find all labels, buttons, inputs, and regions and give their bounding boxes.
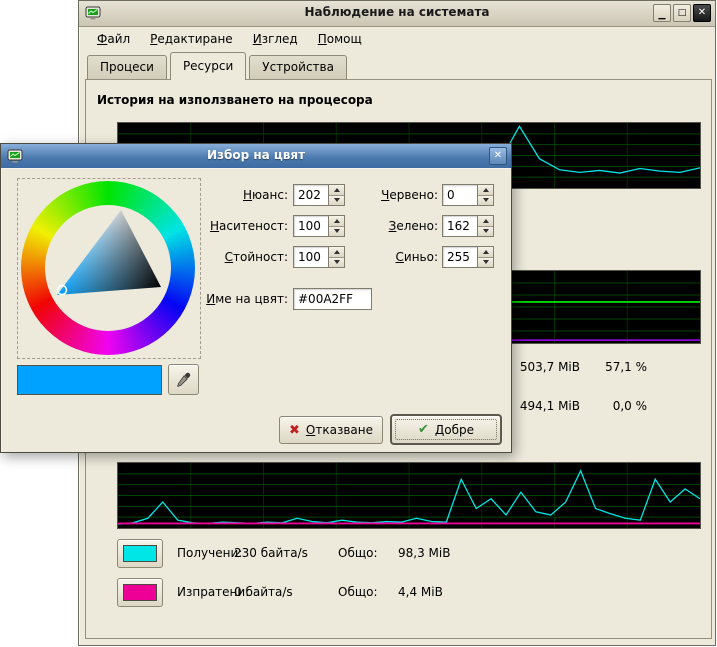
swap-used-value: 494,1 MiB [500, 399, 580, 413]
memory-used-value: 503,7 MiB [500, 360, 580, 374]
dialog-close-icon: ✕ [494, 151, 502, 161]
tab-resources[interactable]: Ресурси [170, 52, 246, 80]
network-history-chart [117, 462, 701, 529]
received-legend-row: Получени: 230 байта/s Общо: 98,3 MiB [86, 539, 711, 569]
window-controls: ▁ □ ✕ [653, 4, 711, 22]
green-spin-down-button[interactable] [478, 227, 493, 237]
arrow-down-icon [483, 198, 489, 202]
green-label: Зелено: [327, 215, 438, 238]
memory-used-percent: 57,1 % [575, 360, 647, 374]
ok-icon: ✔ [418, 422, 429, 437]
color-picker-dialog: Избор на цвят ✕ [0, 143, 512, 453]
close-icon: ✕ [698, 8, 706, 18]
hue-red-row: Нюанс: 202 Червено: 0 [1, 184, 511, 207]
menu-help[interactable]: Помощ [308, 29, 372, 49]
red-label: Червено: [327, 184, 438, 207]
red-spin-up-button[interactable] [478, 185, 493, 196]
color-preview [17, 365, 162, 395]
dialog-close-button[interactable]: ✕ [489, 147, 507, 165]
sent-total: 4,4 MiB [398, 585, 443, 599]
sent-rate: 0 байта/s [234, 585, 293, 599]
blue-spin-down-button[interactable] [478, 258, 493, 268]
sent-color-button[interactable] [117, 578, 163, 607]
menu-edit[interactable]: Редактиране [140, 29, 243, 49]
cancel-label: Отказване [306, 423, 373, 437]
blue-spin-up-button[interactable] [478, 247, 493, 258]
swap-used-percent: 0,0 % [575, 399, 647, 413]
menubar: Файл Редактиране Изглед Помощ [79, 27, 715, 50]
arrow-down-icon [483, 260, 489, 264]
green-spin-up-button[interactable] [478, 216, 493, 227]
dialog-title: Избор на цвят [1, 148, 511, 162]
blue-spinner[interactable]: 255 [442, 246, 494, 268]
green-spinner[interactable]: 162 [442, 215, 494, 237]
main-titlebar[interactable]: Наблюдение на системата ▁ □ ✕ [79, 1, 715, 27]
red-spinner[interactable]: 0 [442, 184, 494, 206]
hue-label: Нюанс: [171, 184, 288, 207]
red-spin-down-button[interactable] [478, 196, 493, 206]
hue-value: 202 [294, 185, 328, 205]
value-blue-row: Стойност: 100 Синьо: 255 [1, 246, 511, 269]
color-name-label: Име на цвят: [171, 288, 288, 311]
blue-value: 255 [443, 247, 477, 267]
ok-button[interactable]: ✔ Добре [390, 414, 502, 445]
arrow-down-icon [483, 229, 489, 233]
received-label: Получени: [177, 546, 242, 560]
green-value: 162 [443, 216, 477, 236]
received-total-label: Общо: [338, 546, 378, 560]
maximize-icon: □ [678, 9, 687, 18]
arrow-up-icon [483, 188, 489, 192]
menu-view[interactable]: Изглед [243, 29, 308, 49]
tab-strip: Процеси Ресурси Устройства [87, 51, 707, 79]
cancel-button[interactable]: ✖ Отказване [279, 416, 383, 444]
close-button[interactable]: ✕ [693, 4, 711, 22]
cpu-history-heading: История на използването на процесора [97, 93, 373, 107]
received-color-swatch [123, 545, 157, 562]
tab-devices[interactable]: Устройства [249, 55, 347, 79]
red-value: 0 [443, 185, 477, 205]
saturation-green-row: Наситеност: 100 Зелено: 162 [1, 215, 511, 238]
value-value: 100 [294, 247, 328, 267]
saturation-label: Наситеност: [171, 215, 288, 238]
dialog-body: Нюанс: 202 Червено: 0 Наситеност: 100 Зе… [1, 168, 511, 452]
received-rate: 230 байта/s [234, 546, 308, 560]
arrow-up-icon [483, 250, 489, 254]
dialog-titlebar[interactable]: Избор на цвят ✕ [1, 144, 511, 169]
minimize-button[interactable]: ▁ [653, 4, 671, 22]
maximize-button[interactable]: □ [673, 4, 691, 22]
sent-color-swatch [123, 584, 157, 601]
received-total: 98,3 MiB [398, 546, 450, 560]
ok-label: Добре [435, 423, 474, 437]
color-name-row: Име на цвят: [1, 288, 511, 311]
cancel-icon: ✖ [289, 423, 300, 438]
eyedropper-icon [175, 371, 192, 388]
sent-total-label: Общо: [338, 585, 378, 599]
menu-file[interactable]: Файл [87, 29, 140, 49]
eyedropper-button[interactable] [168, 364, 199, 395]
tab-processes[interactable]: Процеси [87, 55, 167, 79]
minimize-icon: ▁ [659, 11, 666, 20]
blue-label: Синьо: [327, 246, 438, 269]
received-color-button[interactable] [117, 539, 163, 568]
main-window-title: Наблюдение на системата [79, 5, 715, 19]
value-label: Стойност: [171, 246, 288, 269]
desktop: Наблюдение на системата ▁ □ ✕ Файл Редак… [0, 0, 717, 647]
arrow-up-icon [483, 219, 489, 223]
saturation-value: 100 [294, 216, 328, 236]
color-name-input[interactable] [293, 288, 372, 310]
sent-legend-row: Изпратени: 0 байта/s Общо: 4,4 MiB [86, 578, 711, 608]
